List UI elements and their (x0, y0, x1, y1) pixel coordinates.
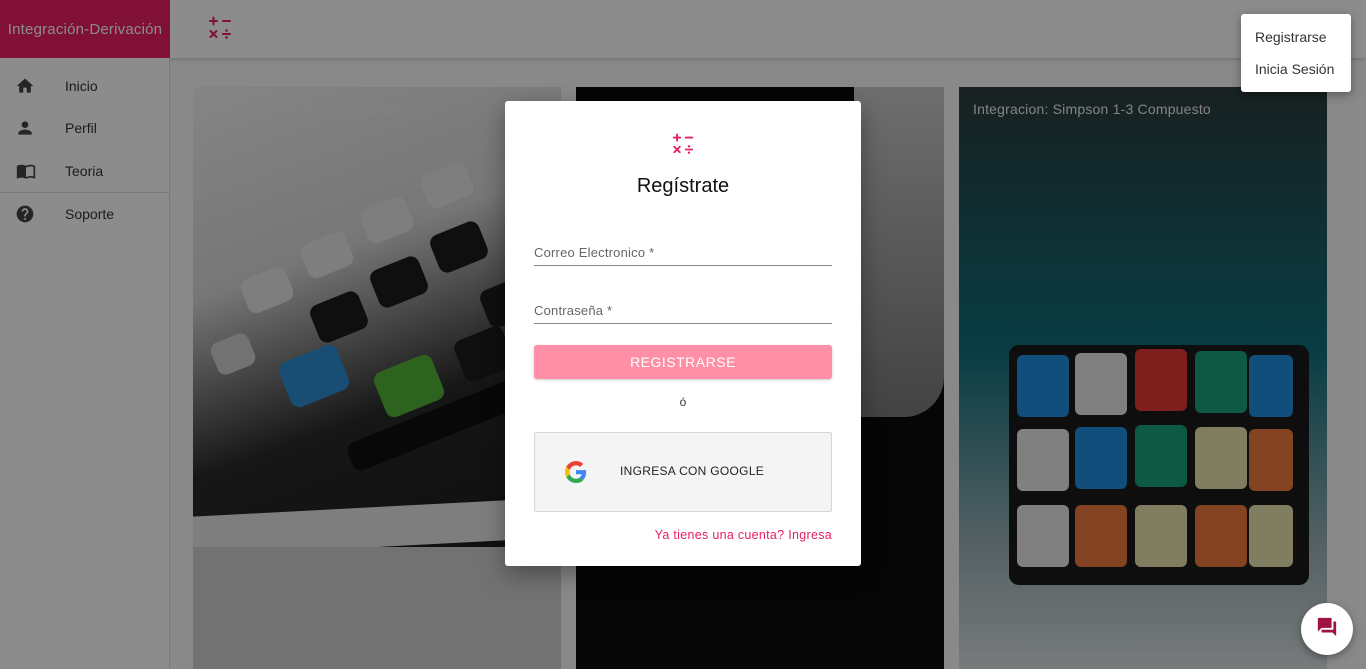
register-dialog: Regístrate Correo Electronico * Contrase… (505, 101, 861, 566)
password-field[interactable]: Contraseña * (534, 294, 832, 324)
chat-icon (1316, 616, 1338, 643)
register-button[interactable]: REGISTRARSE (534, 345, 832, 379)
email-input[interactable] (534, 236, 832, 265)
menu-item-registrarse[interactable]: Registrarse (1241, 22, 1351, 54)
or-separator: ó (679, 395, 687, 409)
google-signin-label: INGRESA CON GOOGLE (620, 464, 765, 478)
google-signin-button[interactable]: INGRESA CON GOOGLE (534, 432, 832, 512)
account-menu: Registrarse Inicia Sesión (1241, 14, 1351, 92)
menu-item-inicia-sesion[interactable]: Inicia Sesión (1241, 54, 1351, 86)
dialog-title: Regístrate (636, 175, 730, 197)
login-link[interactable]: Ya tienes una cuenta? Ingresa (655, 528, 832, 542)
math-operators-icon (672, 133, 694, 160)
google-icon (565, 461, 587, 486)
chat-button[interactable] (1301, 603, 1353, 655)
email-field[interactable]: Correo Electronico * (534, 236, 832, 266)
password-input[interactable] (534, 294, 832, 323)
